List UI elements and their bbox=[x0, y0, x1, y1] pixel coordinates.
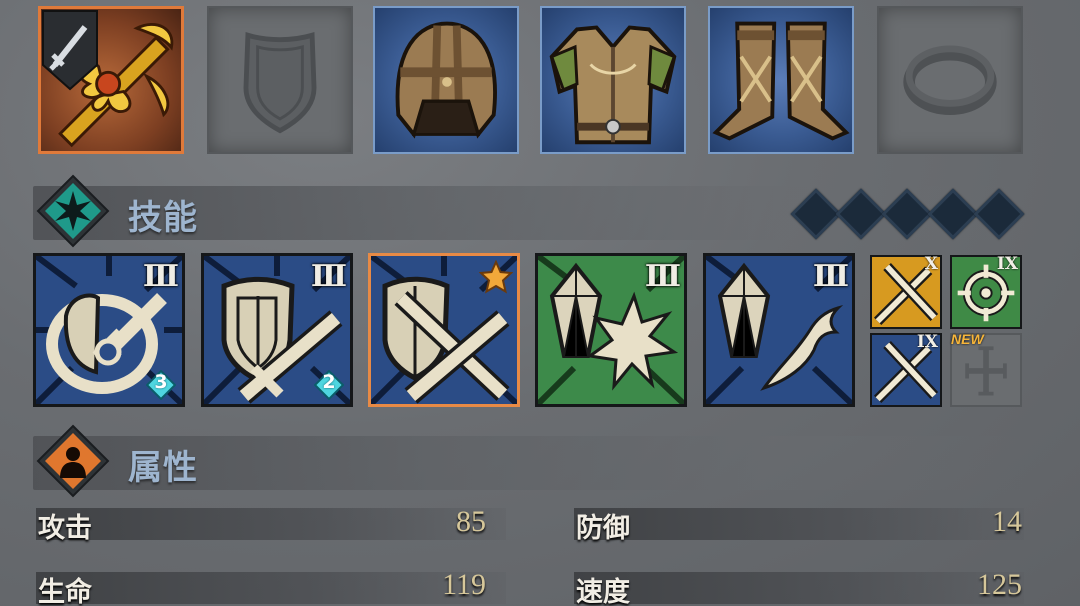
boots-slot[interactable] bbox=[708, 6, 854, 154]
mini-tier: X bbox=[924, 254, 938, 274]
mini-tier: IX bbox=[916, 332, 938, 352]
helmet-slot[interactable] bbox=[373, 6, 519, 154]
skill-tier: III bbox=[142, 259, 179, 294]
attributes-title: 属性 bbox=[128, 448, 198, 488]
stat-label-defense: 防御 bbox=[576, 513, 630, 544]
new-badge: NEW bbox=[951, 331, 984, 347]
hero-panel: 技能 III 3 III 2 III III X IX IX NEW 属性 攻击… bbox=[0, 0, 1080, 606]
mini-tier: IX bbox=[996, 254, 1018, 274]
stat-label-speed: 速度 bbox=[576, 577, 630, 606]
offhand-slot[interactable] bbox=[207, 6, 353, 154]
stat-label-attack: 攻击 bbox=[38, 513, 92, 544]
mini-skill[interactable]: X bbox=[870, 254, 942, 329]
armor-slot[interactable] bbox=[540, 6, 686, 154]
ring-slot[interactable] bbox=[877, 6, 1023, 154]
shield-outline-icon bbox=[243, 32, 317, 134]
dagger-shield-icon bbox=[42, 10, 98, 91]
gem-count-badge: 2 bbox=[314, 370, 344, 400]
person-silhouette-icon bbox=[36, 424, 110, 498]
ring-outline-icon bbox=[903, 45, 997, 116]
leather-boots-icon bbox=[712, 21, 850, 141]
stat-value-defense: 14 bbox=[992, 505, 1022, 538]
gem-count: 3 bbox=[154, 371, 168, 393]
skill-card[interactable]: III 2 bbox=[201, 253, 353, 407]
leather-armor-icon bbox=[549, 25, 677, 145]
skill-tier: III bbox=[812, 259, 849, 294]
skills-title: 技能 bbox=[128, 198, 198, 238]
star-diamond-icon bbox=[36, 174, 110, 248]
stat-value-speed: 125 bbox=[977, 568, 1022, 601]
skill-card[interactable]: III 3 bbox=[33, 253, 185, 407]
skill-tier: III bbox=[644, 259, 681, 294]
stat-value-health: 119 bbox=[442, 568, 486, 601]
weapon-slot[interactable] bbox=[38, 6, 184, 154]
star-icon bbox=[479, 260, 513, 294]
gem-count-badge: 3 bbox=[146, 370, 176, 400]
mini-skill[interactable]: IX bbox=[950, 254, 1022, 329]
stat-value-attack: 85 bbox=[456, 505, 486, 538]
stat-label-health: 生命 bbox=[38, 577, 92, 606]
mini-skill[interactable]: IX bbox=[870, 332, 942, 407]
skill-card[interactable]: III bbox=[535, 253, 687, 407]
skill-card[interactable]: III bbox=[703, 253, 855, 407]
skill-tier: III bbox=[310, 259, 347, 294]
leather-helmet-icon bbox=[395, 21, 497, 139]
skill-card-selected[interactable] bbox=[368, 253, 520, 407]
gem-count: 2 bbox=[322, 371, 336, 393]
